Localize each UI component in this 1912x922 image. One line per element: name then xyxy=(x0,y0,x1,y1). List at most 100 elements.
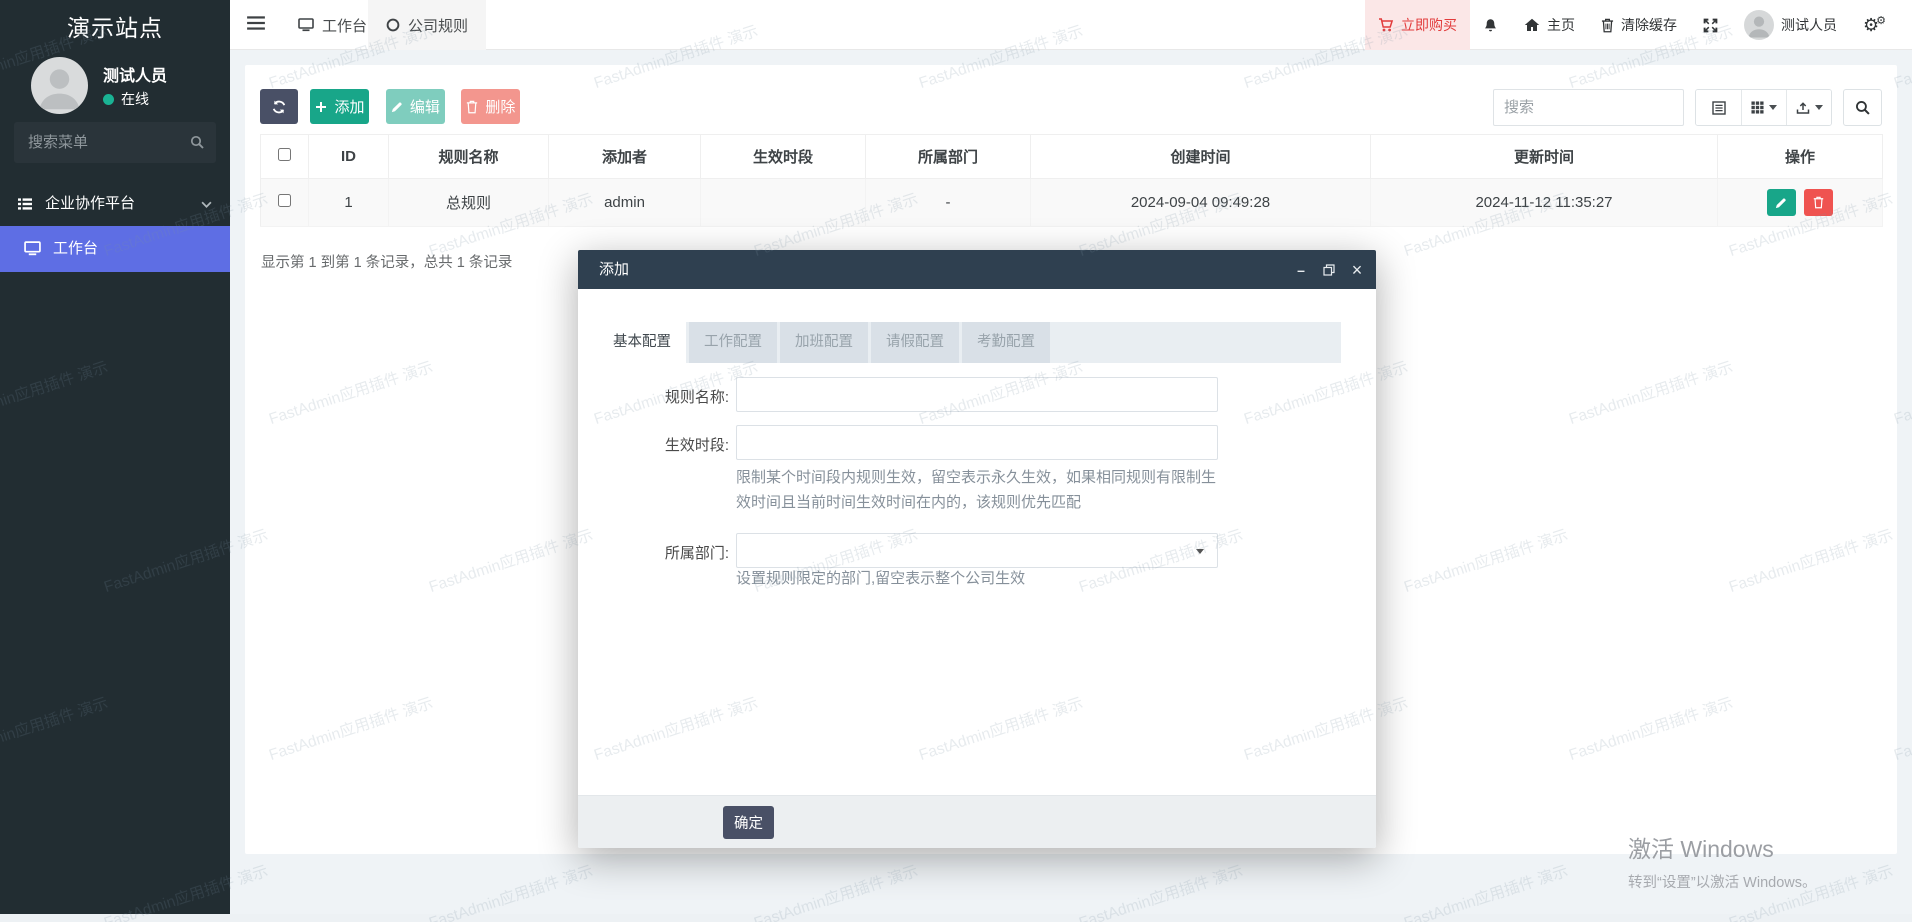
top-navbar: 工作台 公司规则 立即购买 主页 清除缓存 测试人员 ⚙ ⚙ xyxy=(230,0,1912,50)
columns-grid-icon xyxy=(1751,101,1764,114)
row-select-cell xyxy=(260,178,309,227)
chevron-down-icon xyxy=(201,201,212,208)
select-all-checkbox[interactable] xyxy=(278,148,291,161)
maximize-icon[interactable] xyxy=(1322,263,1336,277)
add-label: 添加 xyxy=(334,99,365,116)
tab-basic-config[interactable]: 基本配置 xyxy=(598,322,686,363)
caret-down-icon xyxy=(1196,549,1204,554)
dialog-window-controls xyxy=(1294,250,1364,289)
tab-attendance-config[interactable]: 考勤配置 xyxy=(962,322,1050,363)
detail-view-button[interactable] xyxy=(1696,90,1741,125)
sidebar-item-label: 企业协作平台 xyxy=(45,195,136,212)
menu-search-input[interactable] xyxy=(14,122,184,163)
export-icon xyxy=(1796,101,1809,114)
rules-table: ID 规则名称 添加者 生效时段 所属部门 创建时间 更新时间 操作 1 总规则… xyxy=(260,134,1883,227)
tab-label: 公司规则 xyxy=(408,17,469,35)
column-header-created: 创建时间 xyxy=(1030,134,1371,179)
department-hint: 设置规则限定的部门,留空表示整个公司生效 xyxy=(736,570,1026,587)
buy-now-button[interactable]: 立即购买 xyxy=(1364,0,1470,50)
fullscreen-button[interactable] xyxy=(1690,0,1731,50)
online-dot-icon xyxy=(103,94,114,105)
pencil-icon xyxy=(1776,198,1787,208)
ok-button[interactable]: 确定 xyxy=(723,806,774,839)
column-header-updated: 更新时间 xyxy=(1370,134,1718,179)
column-header-department: 所属部门 xyxy=(865,134,1031,179)
row-edit-button[interactable] xyxy=(1766,189,1796,217)
cell-created: 2024-09-04 09:49:28 xyxy=(1030,178,1371,227)
windows-activation-subtitle: 转到“设置”以激活 Windows。 xyxy=(1628,875,1817,891)
rule-name-label: 规则名称: xyxy=(664,389,729,406)
settings-button[interactable] xyxy=(1850,0,1902,50)
dialog-tabs: 基本配置 工作配置 加班配置 请假配置 考勤配置 xyxy=(598,322,1341,363)
delete-label: 删除 xyxy=(485,99,516,116)
plus-icon xyxy=(316,101,327,112)
windows-activation-notice: 激活 Windows 转到“设置”以激活 Windows。 xyxy=(1628,830,1817,892)
row-checkbox[interactable] xyxy=(278,194,291,207)
sidebar: 演示站点 测试人员 在线 企业协作平台 xyxy=(0,0,230,914)
search-icon xyxy=(1856,101,1870,115)
sidebar-item-workbench[interactable]: 工作台 xyxy=(0,226,230,272)
window-bottom-edge xyxy=(0,914,1912,922)
user-panel: 测试人员 在线 xyxy=(31,57,220,117)
watermark-text: FastAdmin应用插件 演示 xyxy=(1077,862,1246,922)
trash-icon xyxy=(1813,196,1824,209)
table-search-input[interactable] xyxy=(1493,89,1684,126)
avatar xyxy=(1743,10,1774,40)
clear-cache-button[interactable]: 清除缓存 xyxy=(1588,0,1690,50)
tab-overtime-config[interactable]: 加班配置 xyxy=(780,322,868,363)
user-name: 测试人员 xyxy=(103,68,168,85)
add-button[interactable]: 添加 xyxy=(310,89,370,124)
department-select[interactable] xyxy=(736,533,1218,568)
column-header-rule-name: 规则名称 xyxy=(388,134,549,179)
cell-adder: admin xyxy=(548,178,701,227)
tab-work-config[interactable]: 工作配置 xyxy=(689,322,777,363)
toolbar: 添加 编辑 删除 xyxy=(260,89,1882,126)
tab-company-rules[interactable]: 公司规则 xyxy=(368,0,487,50)
navbar-user-name: 测试人员 xyxy=(1780,17,1837,33)
columns-button[interactable] xyxy=(1741,90,1786,125)
table-row[interactable]: 1 总规则 admin - 2024-09-04 09:49:28 2024-1… xyxy=(260,178,1883,227)
close-icon[interactable] xyxy=(1350,263,1364,277)
minimize-icon[interactable] xyxy=(1294,263,1308,277)
export-button[interactable] xyxy=(1786,90,1831,125)
sidebar-item-enterprise-platform[interactable]: 企业协作平台 xyxy=(0,183,230,225)
home-button[interactable]: 主页 xyxy=(1511,0,1588,50)
trash-icon xyxy=(1601,18,1614,33)
buy-now-label: 立即购买 xyxy=(1400,17,1457,33)
status-label: 在线 xyxy=(121,91,149,107)
rule-name-input[interactable] xyxy=(736,377,1218,412)
column-header-adder: 添加者 xyxy=(548,134,701,179)
hamburger-icon[interactable] xyxy=(246,15,268,35)
home-label: 主页 xyxy=(1546,17,1575,33)
trash-icon xyxy=(467,100,478,113)
notifications-button[interactable] xyxy=(1470,0,1511,50)
cell-operations xyxy=(1717,178,1883,227)
search-icon xyxy=(190,135,204,149)
cart-icon xyxy=(1378,17,1394,33)
cell-period xyxy=(700,178,866,227)
circle-o-icon xyxy=(386,18,400,32)
period-input[interactable] xyxy=(736,425,1218,460)
search-toggle-button[interactable] xyxy=(1843,89,1882,126)
tab-leave-config[interactable]: 请假配置 xyxy=(871,322,959,363)
period-label: 生效时段: xyxy=(664,437,729,454)
cell-updated: 2024-11-12 11:35:27 xyxy=(1370,178,1718,227)
column-header-operations: 操作 xyxy=(1717,134,1883,179)
user-menu[interactable]: 测试人员 xyxy=(1731,0,1850,50)
home-icon xyxy=(1524,18,1540,32)
monitor-icon xyxy=(24,241,41,256)
edit-label: 编辑 xyxy=(409,99,440,116)
table-header-row: ID 规则名称 添加者 生效时段 所属部门 创建时间 更新时间 操作 xyxy=(260,134,1883,179)
dialog-header[interactable]: 添加 xyxy=(578,250,1376,289)
user-status: 在线 xyxy=(103,89,149,109)
refresh-icon xyxy=(272,100,286,113)
row-delete-button[interactable] xyxy=(1804,188,1834,216)
clear-cache-label: 清除缓存 xyxy=(1620,17,1677,33)
edit-button[interactable]: 编辑 xyxy=(385,89,445,124)
dialog-title: 添加 xyxy=(599,261,630,278)
table-view-button-group xyxy=(1695,89,1832,126)
column-header-id: ID xyxy=(308,134,389,179)
refresh-button[interactable] xyxy=(260,89,298,124)
delete-button[interactable]: 删除 xyxy=(461,89,521,124)
list-icon xyxy=(17,197,33,211)
